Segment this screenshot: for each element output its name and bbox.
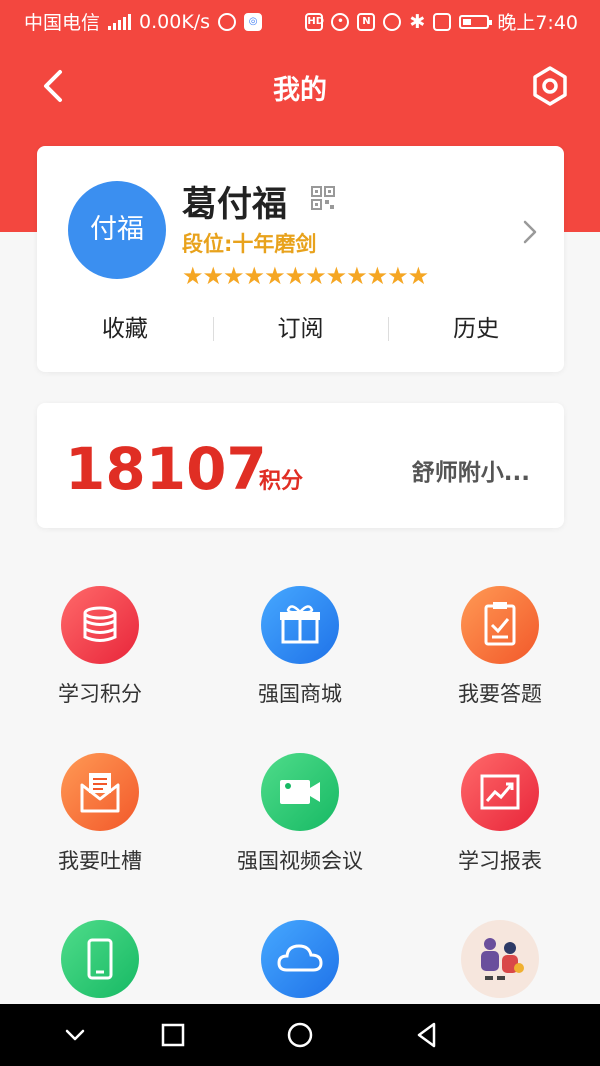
page-title: 我的 [273, 75, 327, 106]
network-speed: 0.00K/s [139, 10, 211, 33]
back-nav-icon[interactable] [412, 1020, 442, 1050]
qr-code-icon[interactable] [311, 186, 335, 210]
grid-item-mall[interactable]: 强国商城 [200, 586, 400, 708]
nfc-icon: N [357, 12, 376, 31]
vpn-icon [218, 12, 237, 31]
gift-icon [261, 586, 339, 664]
video-camera-icon [261, 753, 339, 831]
status-right: HD • N ✱ 晚上7:40 [305, 8, 578, 35]
phone-icon [61, 920, 139, 998]
grid-label: 学习报表 [458, 849, 542, 873]
settings-icon[interactable] [530, 64, 570, 108]
alarm-icon [383, 12, 402, 31]
user-name: 葛付福 [182, 185, 288, 225]
system-nav-bar [0, 1004, 600, 1066]
profile-links: 收藏 订阅 历史 [37, 306, 564, 352]
recents-icon[interactable] [158, 1020, 188, 1050]
profile-card[interactable]: 付福 葛付福 段位:十年磨剑 ★★★★★★★★★★★★ 收藏 订阅 历史 [37, 146, 564, 372]
eye-icon: • [331, 12, 350, 31]
illustration-icon [461, 920, 539, 998]
signal-icon [108, 13, 132, 30]
star-rating: ★★★★★★★★★★★★ [182, 262, 429, 290]
battery-icon [459, 14, 493, 29]
points-card[interactable]: 18107 积分 舒师附小... [37, 403, 564, 528]
school-name[interactable]: 舒师附小... [412, 453, 530, 487]
grid-label: 我要答题 [458, 682, 542, 706]
grid-item-study-points[interactable]: 学习积分 [0, 586, 200, 708]
database-icon [61, 586, 139, 664]
home-icon[interactable] [285, 1020, 315, 1050]
chart-icon [461, 753, 539, 831]
grid-item-illustration[interactable] [400, 920, 600, 1012]
vibrate-icon [433, 12, 452, 31]
grid-item-feedback[interactable]: 我要吐槽 [0, 753, 200, 875]
grid-label: 学习积分 [58, 682, 142, 706]
carrier-label: 中国电信 [24, 12, 101, 34]
favorites-link[interactable]: 收藏 [37, 306, 213, 352]
grid-label: 强国商城 [258, 682, 342, 706]
grid-item-quiz[interactable]: 我要答题 [400, 586, 600, 708]
hd-icon: HD [305, 12, 324, 31]
grid-label: 强国视频会议 [237, 849, 363, 873]
subscriptions-link[interactable]: 订阅 [212, 306, 389, 352]
points-value: 18107 [65, 435, 267, 503]
avatar[interactable]: 付福 [68, 181, 166, 279]
status-bar: 中国电信 0.00K/s ◎ HD • N ✱ 晚上7:40 [0, 0, 600, 40]
mail-open-icon [61, 753, 139, 831]
clipboard-check-icon [461, 586, 539, 664]
top-nav: 我的 [0, 56, 600, 116]
status-left: 中国电信 0.00K/s ◎ [24, 8, 263, 35]
chevron-down-icon[interactable] [60, 1020, 90, 1050]
chevron-right-icon[interactable] [520, 216, 540, 248]
grid-label: 我要吐槽 [58, 849, 142, 873]
grid-item-phone[interactable] [0, 920, 200, 1012]
cloud-icon [261, 920, 339, 998]
app-notification-icon: ◎ [244, 12, 263, 31]
rank-label: 段位:十年磨剑 [182, 232, 317, 256]
grid-item-video-meeting[interactable]: 强国视频会议 [200, 753, 400, 875]
bluetooth-icon: ✱ [409, 10, 426, 33]
grid-item-cloud[interactable] [200, 920, 400, 1012]
grid-item-report[interactable]: 学习报表 [400, 753, 600, 875]
points-unit: 积分 [259, 469, 304, 494]
clock: 晚上7:40 [497, 12, 578, 34]
history-link[interactable]: 历史 [388, 306, 564, 352]
